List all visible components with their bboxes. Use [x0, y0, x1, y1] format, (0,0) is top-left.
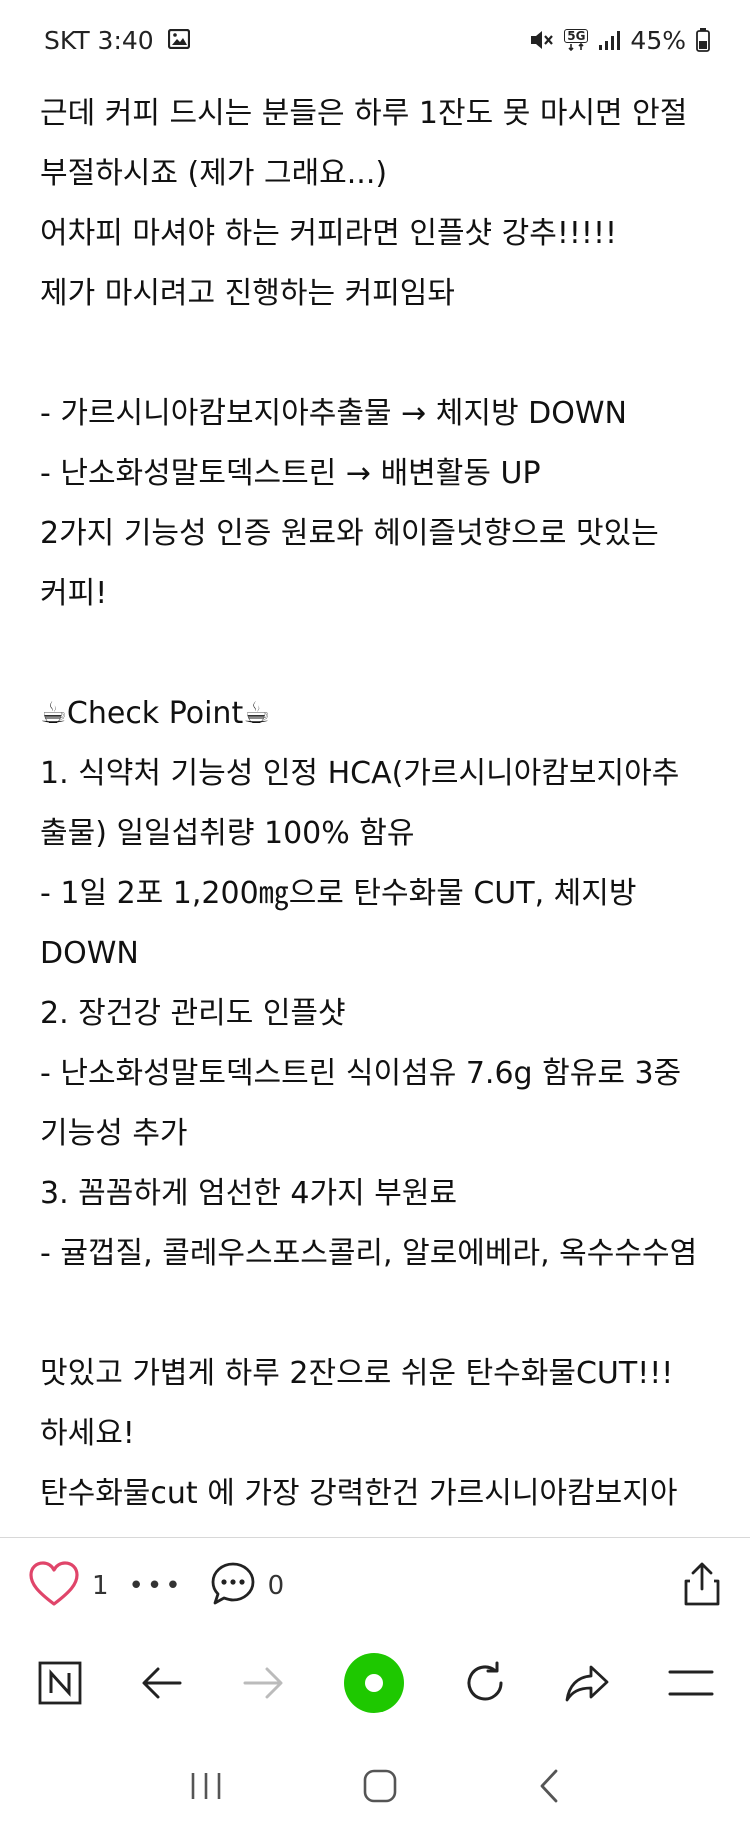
post-text-line: 어차피 마셔야 하는 커피라면 인플샷 강추!!!!!	[40, 216, 618, 251]
like-heart-icon[interactable]	[28, 1560, 80, 1611]
post-text-line: 제가 마시려고 진행하는 커피임돠	[40, 276, 456, 311]
post-text-line: 3. 꼼꼼하게 엄선한 4가지 부원료	[40, 1176, 458, 1211]
menu-icon[interactable]	[668, 1668, 714, 1698]
comment-bubble-icon	[210, 1561, 256, 1611]
post-text-line: 1. 식약처 기능성 인정 HCA(가르시니아캄보지아추	[40, 756, 680, 791]
post-text-line: 커피!	[40, 576, 108, 611]
more-options-icon[interactable]: •••	[129, 1571, 184, 1601]
green-dot-button[interactable]	[343, 1652, 405, 1714]
comment-button[interactable]: 0	[210, 1561, 285, 1611]
share-upload-icon[interactable]	[682, 1561, 722, 1611]
post-action-bar: 1 ••• 0	[0, 1537, 750, 1633]
post-text-line: 하세요!	[40, 1416, 135, 1451]
battery-icon	[696, 28, 710, 52]
post-text-line: - 난소화성말토덱스트린 식이섬유 7.6g 함유로 3중	[40, 1056, 682, 1091]
post-text-line: 기능성 추가	[40, 1116, 188, 1151]
recent-apps-icon[interactable]	[189, 1771, 223, 1805]
home-icon[interactable]	[362, 1768, 398, 1808]
post-text-line: - 난소화성말토덱스트린 → 배변활동 UP	[40, 456, 541, 491]
post-text-line: 2가지 기능성 인증 원료와 헤이즐넛향으로 맛있는	[40, 516, 659, 551]
comment-count: 0	[267, 1570, 285, 1601]
back-arrow-icon[interactable]	[140, 1665, 184, 1701]
like-count: 1	[92, 1570, 109, 1601]
post-text-line: - 가르시니아캄보지아추출물 → 체지방 DOWN	[40, 396, 627, 431]
carrier-time: SKT 3:40	[44, 25, 154, 55]
status-bar: SKT 3:40 5G 45%	[0, 0, 750, 80]
post-text-line: - 귤껍질, 콜레우스포스콜리, 알로에베라, 옥수수수염	[40, 1236, 698, 1271]
post-text-line: 근데 커피 드시는 분들은 하루 1잔도 못 마시면 안절	[40, 96, 688, 131]
post-body: 근데 커피 드시는 분들은 하루 1잔도 못 마시면 안절부절하시죠 (제가 그…	[40, 84, 730, 1532]
system-back-icon[interactable]	[537, 1768, 561, 1808]
naver-home-button[interactable]	[38, 1661, 82, 1705]
gallery-icon	[167, 26, 190, 55]
system-nav-bar	[0, 1742, 750, 1834]
post-text-line: 부절하시죠 (제가 그래요...)	[40, 156, 388, 191]
battery-level: 45%	[630, 25, 686, 55]
signal-icon	[598, 29, 621, 51]
post-text-line: 출물) 일일섭취량 100% 함유	[40, 816, 415, 851]
network-5g-icon: 5G	[564, 29, 589, 51]
post-text-line: ☕Check Point☕	[40, 696, 271, 731]
post-text-line: 2. 장건강 관리도 인플샷	[40, 996, 346, 1031]
post-text-line: 맛있고 가볍게 하루 2잔으로 쉬운 탄수화물CUT!!!	[40, 1356, 674, 1391]
refresh-icon[interactable]	[463, 1661, 507, 1705]
share-arrow-icon[interactable]	[564, 1663, 610, 1703]
post-text-line: 탄수화물cut 에 가장 강력한건 가르시니아캄보지아	[40, 1476, 678, 1511]
post-text-line: - 1일 2포 1,200㎎으로 탄수화물 CUT, 체지방	[40, 876, 637, 911]
forward-arrow-icon	[241, 1665, 285, 1701]
mute-icon	[528, 28, 554, 52]
post-text-line: DOWN	[40, 936, 139, 971]
browser-toolbar	[0, 1633, 750, 1733]
